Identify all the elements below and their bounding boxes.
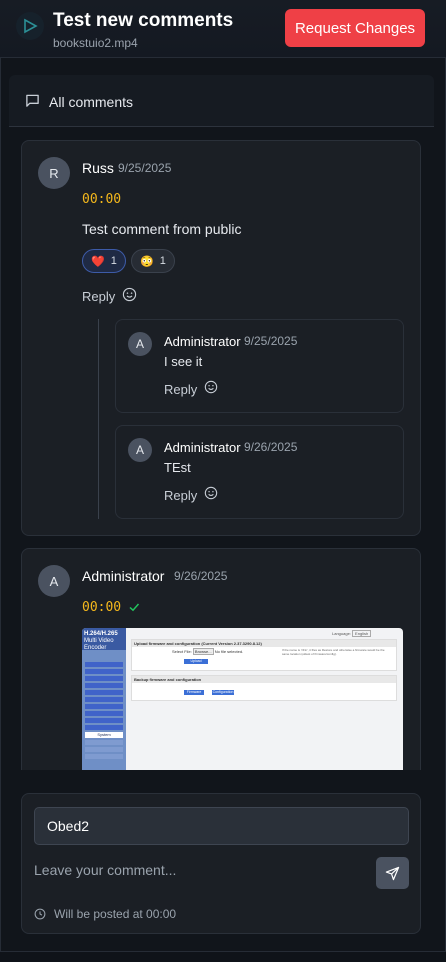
reaction-count: 1: [110, 255, 117, 267]
comments-list[interactable]: R Russ 9/25/2025 00:00 Test comment from…: [9, 128, 434, 770]
comment-date: 9/25/2025: [118, 161, 172, 175]
flushed-emoji-icon: 😳: [140, 255, 154, 268]
add-reaction-icon[interactable]: [122, 287, 137, 307]
comment-author: Administrator: [82, 568, 165, 584]
attachment-browse: Browse...: [192, 648, 214, 655]
reply-date: 9/25/2025: [244, 334, 298, 348]
send-icon: [385, 866, 400, 880]
reaction-flushed[interactable]: 😳 1: [131, 249, 175, 273]
reaction-count: 1: [159, 255, 166, 267]
reply-author: Administrator: [164, 440, 241, 455]
reply-text: I see it: [164, 354, 203, 369]
add-reaction-icon[interactable]: [204, 380, 218, 399]
avatar: A: [128, 332, 152, 356]
comment-author: Russ: [82, 160, 114, 176]
posted-at-text: Will be posted at 00:00: [54, 907, 177, 921]
attachment-brand-2: Multi Video Encoder: [84, 638, 114, 651]
reply-card: A Administrator 9/25/2025 I see it Reply: [115, 319, 404, 413]
reply-button[interactable]: Reply: [164, 382, 197, 397]
check-icon: [128, 600, 140, 618]
name-field[interactable]: [34, 807, 409, 845]
send-button[interactable]: [376, 857, 409, 889]
attachment-language-value: English: [352, 630, 372, 637]
play-logo-icon: [24, 18, 38, 34]
file-name: bookstuio2.mp4: [53, 36, 138, 50]
clock-icon: [34, 907, 46, 925]
attachment-select-file: Select File:: [172, 649, 192, 654]
reply-button[interactable]: Reply: [164, 488, 197, 503]
attachment-upload-note: If the name is 'zFin', it files as Resto…: [282, 649, 385, 656]
reaction-heart[interactable]: ❤️ 1: [82, 249, 126, 273]
comment-timestamp[interactable]: 00:00: [82, 192, 121, 207]
attachment-firmware-button: Firmware: [184, 690, 204, 695]
avatar: A: [38, 565, 70, 597]
thread-line: [98, 319, 99, 519]
comment-text: Test comment from public: [82, 221, 242, 237]
avatar: R: [38, 157, 70, 189]
request-changes-button[interactable]: Request Changes: [285, 9, 425, 47]
message-square-icon: [25, 93, 40, 113]
comment-date: 9/26/2025: [174, 569, 228, 583]
all-comments-label: All comments: [49, 94, 134, 110]
reply-author: Administrator: [164, 334, 241, 349]
app-logo: [16, 12, 44, 40]
attachment-language-label: Language:: [332, 631, 351, 636]
comment-timestamp[interactable]: 00:00: [82, 600, 121, 615]
attachment-image[interactable]: H.264/H.265 Multi Video Encoder System L…: [82, 628, 403, 770]
attachment-upload-button: Upload: [184, 659, 208, 664]
all-comments-header[interactable]: All comments: [9, 75, 434, 127]
add-reaction-icon[interactable]: [204, 486, 218, 505]
app-header: Test new comments bookstuio2.mp4 Request…: [0, 0, 446, 58]
comment-input[interactable]: [34, 858, 364, 882]
reply-text: TEst: [164, 460, 191, 475]
reply-button[interactable]: Reply: [82, 289, 115, 304]
reply-date: 9/26/2025: [244, 440, 298, 454]
attachment-system-item: System: [85, 732, 123, 738]
avatar: A: [128, 438, 152, 462]
attachment-section-2: Backup firmware and configuration: [132, 676, 396, 683]
page-title: Test new comments: [53, 10, 234, 31]
attachment-brand-1: H.264/H.265: [84, 631, 118, 637]
reply-card: A Administrator 9/26/2025 TEst Reply: [115, 425, 404, 519]
comment-composer: Will be posted at 00:00: [21, 793, 421, 934]
attachment-no-file: No file selected.: [214, 649, 244, 654]
heart-emoji-icon: ❤️: [91, 255, 105, 268]
attachment-sidebar: H.264/H.265 Multi Video Encoder System: [82, 628, 126, 770]
attachment-section-1: Upload firmware and configuration (Curre…: [132, 640, 396, 647]
comment-card: R Russ 9/25/2025 00:00 Test comment from…: [21, 140, 421, 536]
attachment-configuration-button: Configuration: [212, 690, 234, 695]
